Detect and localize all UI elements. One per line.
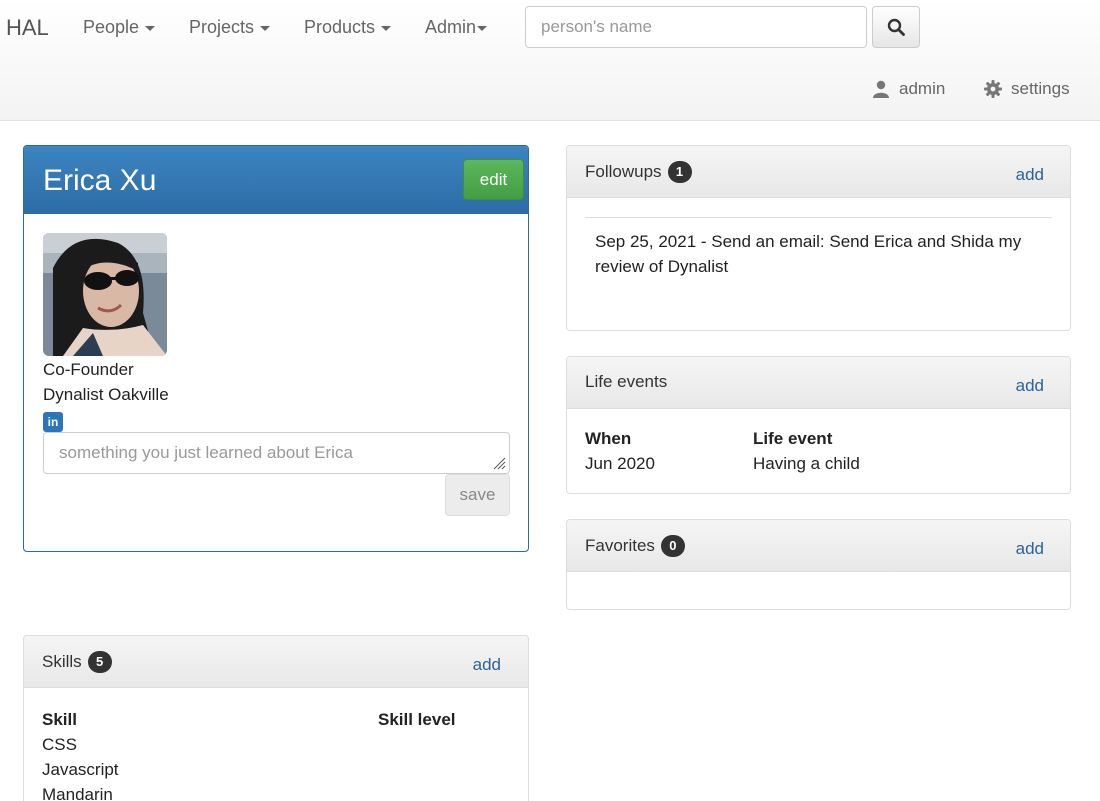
followups-count-badge: 1	[667, 161, 692, 183]
nav-menu-label: Products	[304, 17, 376, 37]
column-header-when: When	[585, 429, 632, 448]
resize-grip-icon[interactable]	[492, 456, 506, 470]
brand[interactable]: HAL	[6, 15, 49, 41]
nav-menu-label: Projects	[189, 17, 255, 37]
column-header-skill: Skill	[42, 710, 77, 729]
caret-down-icon	[381, 25, 392, 31]
life-event-date: Jun 2020	[585, 454, 655, 473]
caret-down-icon	[260, 25, 271, 31]
nav-menu-label: Admin	[425, 17, 477, 37]
panel-title: Skills 5	[42, 651, 112, 673]
panel-title: Favorites 0	[585, 535, 685, 557]
nav-menu-admin[interactable]: Admin	[425, 17, 488, 38]
job-title: Co-Founder	[43, 360, 134, 379]
life-event-description: Having a child	[753, 454, 860, 473]
save-button[interactable]: save	[445, 474, 510, 516]
search-button[interactable]	[872, 6, 920, 48]
favorites-title: Favorites	[585, 536, 655, 555]
skill-item: CSS	[42, 735, 77, 754]
person-search-input[interactable]	[525, 6, 867, 48]
user-icon	[873, 80, 889, 98]
panel-heading: Life events add	[567, 357, 1070, 409]
add-favorite-link[interactable]: add	[1016, 539, 1044, 559]
profile-panel: Erica Xu edit Co-Founder Dynalist Oakvil…	[23, 145, 529, 552]
skills-panel: Skills 5 add Skill Skill level CSS Javas…	[23, 635, 529, 801]
company: Dynalist Oakville	[43, 385, 169, 404]
skills-title: Skills	[42, 652, 82, 671]
navbar: HAL People Projects Products Admin admin	[0, 0, 1100, 121]
caret-down-icon	[477, 25, 488, 31]
gear-icon	[984, 80, 1002, 98]
panel-title: Life events	[585, 372, 667, 392]
caret-down-icon	[145, 25, 156, 31]
nav-menu-label: People	[83, 17, 140, 37]
favorites-count-badge: 0	[660, 535, 685, 557]
note-textarea[interactable]	[43, 432, 510, 474]
column-header-life-event: Life event	[753, 429, 833, 448]
life-events-title: Life events	[585, 372, 668, 391]
avatar	[43, 233, 167, 356]
skills-count-badge: 5	[87, 651, 112, 673]
profile-name: Erica Xu	[43, 164, 157, 197]
nav-menu-projects[interactable]: Projects	[189, 17, 271, 38]
panel-title: Followups 1	[585, 161, 692, 183]
life-events-panel: Life events add When Life event Jun 2020…	[566, 356, 1071, 494]
edit-button[interactable]: edit	[463, 159, 524, 200]
add-life-event-link[interactable]: add	[1016, 376, 1044, 396]
skill-item: Javascript	[42, 760, 119, 779]
linkedin-icon[interactable]: in	[43, 412, 63, 432]
settings-label: settings	[1011, 79, 1070, 98]
add-skill-link[interactable]: add	[473, 655, 501, 675]
add-followup-link[interactable]: add	[1016, 165, 1044, 185]
followups-panel: Followups 1 add Sep 25, 2021 - Send an e…	[566, 145, 1071, 331]
nav-menu-people[interactable]: People	[83, 17, 156, 38]
user-label: admin	[899, 79, 946, 98]
panel-heading: Followups 1 add	[567, 146, 1070, 198]
profile-header: Erica Xu edit	[24, 146, 528, 214]
panel-heading: Skills 5 add	[24, 636, 528, 688]
user-menu[interactable]: admin	[872, 79, 945, 99]
panel-heading: Favorites 0 add	[567, 520, 1070, 572]
skill-item: Mandarin	[42, 785, 113, 801]
followups-title: Followups	[585, 162, 662, 181]
search-icon	[887, 18, 905, 36]
divider	[585, 217, 1052, 218]
followup-item: Sep 25, 2021 - Send an email: Send Erica…	[595, 232, 1022, 276]
favorites-panel: Favorites 0 add	[566, 519, 1071, 610]
nav-menu-products[interactable]: Products	[304, 17, 392, 38]
settings-link[interactable]: settings	[984, 79, 1070, 99]
column-header-skill-level: Skill level	[378, 710, 456, 729]
